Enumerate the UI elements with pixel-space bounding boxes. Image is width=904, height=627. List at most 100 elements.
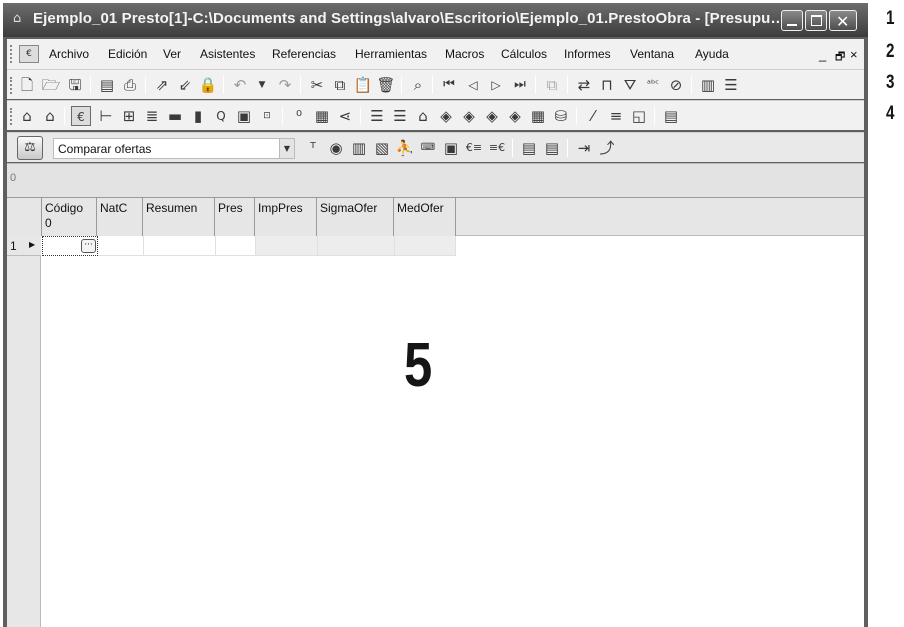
ruler-icon[interactable]: ⊓ [597, 75, 617, 95]
lines2-icon[interactable]: ☰ [390, 106, 410, 126]
minimize-button[interactable] [781, 10, 803, 31]
menu-ayuda[interactable]: Ayuda [695, 47, 729, 61]
sheet-icon[interactable]: ▤ [519, 138, 539, 158]
menu-ventana[interactable]: Ventana [630, 47, 674, 61]
print-icon[interactable]: ⎙ [120, 75, 140, 95]
wand-icon[interactable]: ⁄ [583, 106, 603, 126]
cell-resumen[interactable] [144, 236, 216, 256]
close-button[interactable]: ✕ [829, 10, 857, 31]
mdi-close-button[interactable]: × [850, 47, 858, 62]
cell-pres[interactable] [216, 236, 256, 256]
stack-icon[interactable]: ◈ [436, 106, 456, 126]
clone-icon[interactable]: ⧉ [542, 75, 562, 95]
text-up-icon[interactable]: ᵀ [303, 138, 323, 158]
column-header-medofer[interactable]: MedOfer [394, 198, 456, 236]
cell-codigo[interactable]: ··· [42, 236, 98, 256]
budget-window-icon[interactable]: € [71, 106, 91, 126]
menu-referencias[interactable]: Referencias [272, 47, 336, 61]
cut-icon[interactable]: ✂ [307, 75, 327, 95]
quantity-icon[interactable]: Q [211, 106, 231, 126]
no-filter-icon[interactable]: ⊘ [666, 75, 686, 95]
menu-calculos[interactable]: Cálculos [501, 47, 547, 61]
menubar-grip[interactable] [10, 45, 13, 63]
share-icon[interactable]: ⋖ [335, 106, 355, 126]
calendar-icon[interactable]: ⊡ [257, 106, 277, 126]
recalc-icon[interactable]: ⇄ [574, 75, 594, 95]
header-icon[interactable]: ▬ [165, 106, 185, 126]
ellipsis-button[interactable]: ··· [81, 239, 96, 253]
column-header-natc[interactable]: NatC [97, 198, 143, 236]
grid-icon[interactable]: ▦ [528, 106, 548, 126]
find-icon[interactable]: ⌕ [408, 75, 428, 95]
form-icon[interactable]: ▣ [441, 138, 461, 158]
cell-sigmaofer[interactable] [318, 236, 395, 256]
cell-imppres[interactable] [256, 236, 318, 256]
data-grid[interactable]: Código 0 NatC Resumen Pres ImpPres Sigma… [7, 197, 864, 627]
last-icon[interactable]: ⏭ [510, 75, 530, 95]
column-header-imppres[interactable]: ImpPres [255, 198, 317, 236]
spell-icon[interactable]: ᵃᵇᶜ [643, 75, 663, 95]
euro-list2-icon[interactable]: ≡€ [487, 138, 507, 158]
columns-icon[interactable]: ▥ [698, 75, 718, 95]
menu-macros[interactable]: Macros [445, 47, 484, 61]
mdi-restore-button[interactable]: 🗗 [835, 48, 845, 67]
stack4-icon[interactable]: ◈ [505, 106, 525, 126]
undo-icon[interactable]: ↶ [230, 75, 250, 95]
new-icon[interactable]: 🗋 [17, 75, 37, 95]
preview-icon[interactable]: ▤ [97, 75, 117, 95]
filter-icon[interactable]: ⛛ [620, 75, 640, 95]
paste-icon[interactable]: 📋 [353, 75, 373, 95]
toolbar-grip[interactable] [10, 108, 13, 125]
sheet2-icon[interactable]: ▤ [542, 138, 562, 158]
delete-icon[interactable]: 🗑 [376, 75, 396, 95]
redo-icon[interactable]: ↷ [275, 75, 295, 95]
db-icon[interactable]: ⛁ [551, 106, 571, 126]
globe-icon[interactable]: ◉ [326, 138, 346, 158]
chart-icon[interactable]: ▦ [312, 106, 332, 126]
menu-asistentes[interactable]: Asistentes [200, 47, 255, 61]
stack2-icon[interactable]: ◈ [459, 106, 479, 126]
entities-icon[interactable]: ▮ [188, 106, 208, 126]
compare-select[interactable]: Comparar ofertas ▼ [53, 138, 295, 159]
measure-icon[interactable]: ▥ [349, 138, 369, 158]
save-icon[interactable]: 🖫 [65, 75, 85, 95]
prev-icon[interactable]: ◁ [463, 75, 483, 95]
people-icon[interactable]: ⛹ [395, 138, 415, 158]
hierarchy-icon[interactable]: ⊢ [96, 106, 116, 126]
menu-herramientas[interactable]: Herramientas [355, 47, 427, 61]
calc-icon[interactable]: ▤ [661, 106, 681, 126]
column-header-codigo[interactable]: Código 0 [42, 198, 97, 236]
first-icon[interactable]: ⏮ [439, 75, 459, 95]
copy-icon[interactable]: ⧉ [330, 75, 350, 95]
euro-list-icon[interactable]: €≡ [464, 138, 484, 158]
menu-ver[interactable]: Ver [163, 47, 181, 61]
menu-informes[interactable]: Informes [564, 47, 611, 61]
indent-icon[interactable]: ⇥ [574, 138, 594, 158]
text-icon[interactable]: ≡ [606, 106, 626, 126]
window-icon[interactable]: ◱ [629, 106, 649, 126]
tree-icon[interactable]: ⌂ [17, 106, 37, 126]
assign-icon[interactable]: ⤴ [597, 138, 617, 158]
document-icon[interactable]: € [19, 45, 39, 63]
menu-archivo[interactable]: Archivo [49, 47, 89, 61]
structure-icon[interactable]: ⊞ [119, 106, 139, 126]
menu-edicion[interactable]: Edición [108, 47, 147, 61]
table-icon[interactable]: ▣ [234, 106, 254, 126]
doc-edit-icon[interactable]: ▧ [372, 138, 392, 158]
stack3-icon[interactable]: ◈ [482, 106, 502, 126]
list-icon[interactable]: ≣ [142, 106, 162, 126]
cell-medofer[interactable] [395, 236, 456, 256]
column-header-pres[interactable]: Pres [215, 198, 255, 236]
row-header[interactable]: 1 ▶ [7, 236, 41, 256]
next-icon[interactable]: ▷ [486, 75, 506, 95]
toolbar-grip[interactable] [10, 77, 13, 94]
corner-header[interactable] [7, 198, 42, 236]
compare-offers-icon[interactable]: ⚖ [17, 136, 43, 160]
lines-icon[interactable]: ☰ [367, 106, 387, 126]
tag-icon[interactable]: ⁰ [289, 106, 309, 126]
dropdown-icon[interactable]: ▼ [252, 75, 272, 95]
key-icon[interactable]: ⌨ [418, 138, 438, 158]
house-icon[interactable]: ⌂ [413, 106, 433, 126]
column-header-resumen[interactable]: Resumen [143, 198, 215, 236]
maximize-button[interactable] [805, 10, 827, 31]
